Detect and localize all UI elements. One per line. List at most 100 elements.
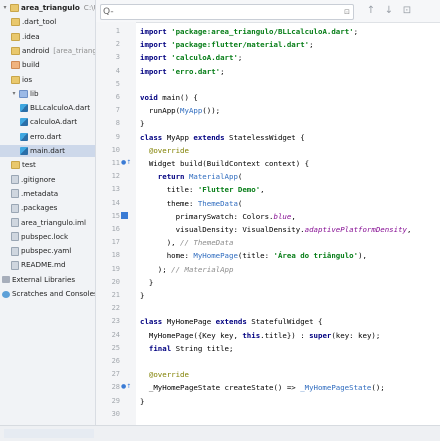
tree-item-label: .packages [21,203,58,213]
bottom-tab[interactable] [4,429,94,438]
line-number: 28 [111,383,120,392]
tree-item[interactable]: External Libraries [0,274,75,286]
code-token: ()); [202,106,221,116]
tree-item[interactable]: erro.dart [0,131,61,143]
code-line: primarySwatch: Colors.blue, [140,211,296,222]
code-line: ); // MaterialApp [140,264,234,275]
code-line: home: MyHomePage(title: 'Área do triângu… [140,250,367,261]
code-token: ( [237,198,243,208]
tree-item-label: .metadata [21,188,59,198]
code-token: adaptivePlatformDensity [304,225,407,234]
tree-item[interactable]: ▾ area_trianguloC:\Users [0,2,95,14]
code-token: _MyHomePageState createState() => [140,383,301,393]
tree-item[interactable]: .metadata [0,188,58,200]
code-token: ; [220,66,225,76]
line-number: 26 [111,357,120,365]
file-icon [11,260,19,270]
code-token: } [140,291,145,300]
line-number: 11 [111,159,120,167]
code-token: ), [140,238,181,248]
folder-orange-icon [11,61,20,70]
next-occurrence-button[interactable]: ↓ [382,4,396,18]
tree-item[interactable]: .packages [0,202,57,214]
line-number: 23 [111,317,120,326]
tree-item[interactable]: ▾ lib [0,88,39,100]
scratch-icon [2,290,10,298]
file-icon [11,218,19,227]
line-number: 16 [111,225,120,233]
tree-item[interactable]: area_triangulo.iml [0,217,86,229]
color-swatch-icon[interactable] [121,211,128,219]
code-token: 'erro.dart' [171,66,221,76]
file-icon [11,203,19,213]
tree-item[interactable]: android [area_triang [0,45,96,57]
line-number: 25 [111,343,120,352]
tree-item-label: pubspec.yaml [21,246,72,256]
bottom-status-bar [0,425,440,441]
line-number: 13 [111,185,120,194]
line-number: 17 [111,238,120,247]
tree-item[interactable]: Scratches and Consoles [0,288,95,300]
code-line: runApp(MyApp()); [140,105,220,116]
code-line: import 'package:flutter/material.dart'; [140,39,314,50]
code-editor: Q- ⊡ ↑ ↓ ⊡ 1 2 3 4 5 6 7 8 9 10 11 ●↑ 12 13 14 15 16 17 18… [96,0,440,425]
tree-item[interactable]: calculoA.dart [0,116,77,128]
tree-item[interactable]: .dart_tool [0,16,56,28]
tree-item[interactable]: .idea [0,31,40,43]
folder-icon [10,4,19,12]
code-token: MyApp [180,106,203,116]
project-tree-panel: ▾ area_trianguloC:\Users .dart_tool .idea an… [0,0,96,425]
line-number: 30 [111,409,120,418]
folder-icon [11,75,20,84]
code-token: primarySwatch: Colors. [140,211,274,221]
tree-item[interactable]: README.md [0,259,66,271]
folder-icon [11,18,20,27]
tree-item[interactable]: .gitignore [0,174,55,186]
search-toolbar: Q- ⊡ ↑ ↓ ⊡ [96,0,440,23]
tree-item-label: .idea [22,31,40,41]
code-token: @override [140,145,189,155]
line-number: 7 [115,106,120,115]
tree-item[interactable]: BLLcalculoA.dart [0,102,90,114]
override-marker-icon[interactable]: ●↑ [121,383,131,391]
code-line: return MaterialApp( [140,171,243,182]
code-token: } [140,396,145,406]
file-icon [11,246,19,256]
tree-item[interactable]: main.dart [0,145,95,157]
line-number: 12 [111,172,120,181]
line-number: 21 [111,291,120,299]
previous-occurrence-button[interactable]: ↑ [364,4,378,18]
filter-icon[interactable]: ⊡ [400,4,414,18]
line-number: 19 [111,264,120,273]
code-area[interactable]: import 'package:area_triangulo/BLLcalcul… [136,22,440,425]
code-token: MaterialApp [188,172,238,182]
code-token: (); [371,383,385,393]
code-line: Widget build(BuildContext context) { [140,158,309,169]
tree-item-path: [area_triang [53,45,96,55]
code-line: class MyHomePage extends StatefulWidget … [140,316,322,327]
tree-item[interactable]: test [0,159,36,171]
code-token: // MaterialApp [171,264,234,274]
tree-item-label: calculoA.dart [30,117,78,127]
code-token: import [140,66,172,76]
line-number: 10 [111,145,120,154]
dart-file-icon [20,147,28,155]
code-token: MyHomePage [193,251,238,261]
tree-item-label: main.dart [30,146,65,155]
tree-item-label: .dart_tool [22,17,57,27]
line-number: 29 [111,396,120,405]
tree-item[interactable]: ios [0,74,32,86]
tree-item-label: BLLcalculoA.dart [30,103,91,113]
override-marker-icon[interactable]: ●↑ [121,159,131,167]
code-token: 'package:area_triangulo/BLLcalculoA.dart… [171,27,354,36]
tree-item[interactable]: pubspec.lock [0,231,68,243]
search-input[interactable]: Q- ⊡ [100,4,354,20]
regex-toggle-icon[interactable]: ⊡ [344,5,350,19]
tree-item[interactable]: build [0,59,40,71]
tree-item-label: lib [30,88,39,98]
chevron-down-icon[interactable]: ▾ [2,4,8,12]
chevron-down-icon[interactable]: ▾ [11,90,17,98]
tree-item[interactable]: pubspec.yaml [0,245,71,257]
code-token: } [140,277,154,287]
code-token: blue [273,211,292,221]
